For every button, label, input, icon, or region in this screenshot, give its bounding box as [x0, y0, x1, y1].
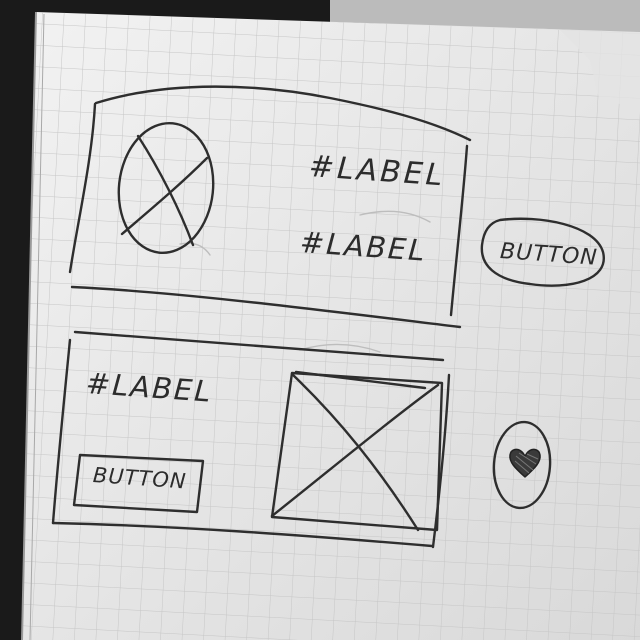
avatar-placeholder [117, 121, 215, 255]
top-card [68, 85, 472, 329]
bottom-card-bottom-edge [51, 521, 434, 548]
section-divider [73, 330, 445, 362]
top-card-top-edge [94, 85, 472, 142]
top-card-right-edge [449, 144, 469, 317]
top-card-label-secondary: #LABEL [298, 225, 428, 268]
image-cross-line [270, 383, 440, 518]
heart-icon[interactable] [507, 444, 543, 480]
bottom-card-left-edge [51, 338, 72, 525]
pencil-ghost-mark [359, 210, 431, 223]
bottom-card-label: #LABEL [84, 366, 214, 409]
top-card-left-edge [68, 102, 97, 274]
top-card-bottom-edge [70, 285, 462, 329]
avatar-cross-line [120, 156, 209, 236]
avatar-cross-line [136, 134, 195, 247]
wireframe-sketch: #LABEL #LABEL BUTTON #LABEL BUTTON [0, 0, 640, 640]
image-cross-line [290, 372, 420, 532]
avatar-circle [117, 121, 215, 255]
image-frame [270, 371, 444, 532]
image-placeholder [270, 370, 444, 532]
sketch-strokes [51, 85, 605, 549]
